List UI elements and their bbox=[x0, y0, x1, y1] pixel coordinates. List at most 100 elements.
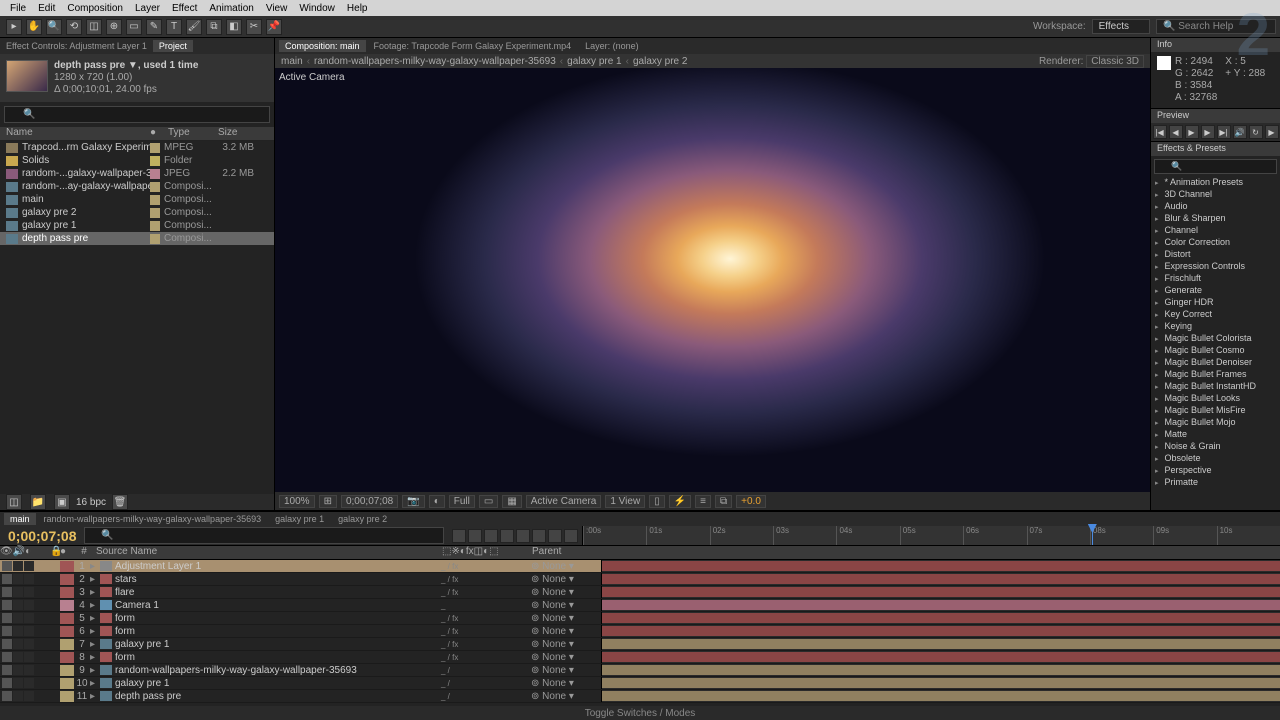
preview-tab[interactable]: Preview bbox=[1151, 109, 1280, 123]
layer-duration-bar[interactable] bbox=[602, 600, 1280, 610]
parent-dropdown[interactable]: ⊚ None ▾ bbox=[531, 561, 601, 572]
camera-dropdown[interactable]: Active Camera bbox=[526, 495, 602, 508]
parent-dropdown[interactable]: ⊚ None ▾ bbox=[531, 587, 601, 598]
visibility-toggle[interactable] bbox=[2, 600, 12, 610]
parent-dropdown[interactable]: ⊚ None ▾ bbox=[531, 600, 601, 611]
visibility-toggle[interactable] bbox=[2, 613, 12, 623]
menu-effect[interactable]: Effect bbox=[166, 3, 203, 14]
twirl-arrow[interactable]: ▸ bbox=[90, 613, 100, 624]
timeline-layer[interactable]: 4▸Camera 1_⊚ None ▾ bbox=[0, 599, 1280, 612]
effect-category[interactable]: Primatte bbox=[1151, 477, 1280, 489]
effect-category[interactable]: Distort bbox=[1151, 249, 1280, 261]
timeline-layer[interactable]: 10▸galaxy pre 1_ /⊚ None ▾ bbox=[0, 677, 1280, 690]
twirl-arrow[interactable]: ▸ bbox=[90, 587, 100, 598]
parent-dropdown[interactable]: ⊚ None ▾ bbox=[531, 639, 601, 650]
layer-switches[interactable]: _ / fx bbox=[441, 614, 531, 623]
resolution-icon[interactable]: ⊞ bbox=[319, 495, 337, 508]
layer-duration-bar[interactable] bbox=[602, 626, 1280, 636]
timeline-layer[interactable]: 1▸Adjustment Layer 1_ / fx⊚ None ▾ bbox=[0, 560, 1280, 573]
bpc-toggle[interactable]: 16 bpc bbox=[76, 497, 106, 508]
motion-blur-icon[interactable] bbox=[516, 529, 530, 543]
visibility-toggle[interactable] bbox=[2, 652, 12, 662]
clone-tool[interactable]: ⧉ bbox=[206, 19, 222, 35]
auto-keyframe-icon[interactable] bbox=[564, 529, 578, 543]
project-item[interactable]: SolidsFolder bbox=[0, 154, 274, 167]
layer-label-color[interactable] bbox=[60, 587, 74, 598]
effect-category[interactable]: Frischluft bbox=[1151, 273, 1280, 285]
audio-button[interactable]: 🔊 bbox=[1233, 125, 1247, 139]
zoom-dropdown[interactable]: 100% bbox=[279, 495, 315, 508]
breadcrumb-item[interactable]: main bbox=[281, 56, 303, 67]
parent-dropdown[interactable]: ⊚ None ▾ bbox=[531, 678, 601, 689]
next-frame-button[interactable]: ▶ bbox=[1201, 125, 1215, 139]
layer-duration-bar[interactable] bbox=[602, 587, 1280, 597]
visibility-toggle[interactable] bbox=[2, 678, 12, 688]
workspace-dropdown[interactable]: Effects bbox=[1092, 19, 1150, 34]
label-color[interactable] bbox=[150, 221, 160, 231]
effect-category[interactable]: Magic Bullet Mojo bbox=[1151, 417, 1280, 429]
layer-label-color[interactable] bbox=[60, 639, 74, 650]
audio-toggle[interactable] bbox=[13, 613, 23, 623]
solo-toggle[interactable] bbox=[24, 561, 34, 571]
resolution-dropdown[interactable]: Full bbox=[449, 495, 475, 508]
effects-search-input[interactable]: 🔍 bbox=[1154, 159, 1277, 174]
audio-toggle[interactable] bbox=[13, 678, 23, 688]
prev-frame-button[interactable]: ◀ bbox=[1169, 125, 1183, 139]
layer-duration-bar[interactable] bbox=[602, 613, 1280, 623]
layer-label-color[interactable] bbox=[60, 678, 74, 689]
shy-icon[interactable] bbox=[484, 529, 498, 543]
layer-label-color[interactable] bbox=[60, 652, 74, 663]
breadcrumb-item[interactable]: random-wallpapers-milky-way-galaxy-wallp… bbox=[314, 56, 556, 67]
layer-label-color[interactable] bbox=[60, 626, 74, 637]
shape-tool[interactable]: ▭ bbox=[126, 19, 142, 35]
effect-category[interactable]: Magic Bullet InstantHD bbox=[1151, 381, 1280, 393]
solo-toggle[interactable] bbox=[24, 652, 34, 662]
twirl-arrow[interactable]: ▸ bbox=[90, 561, 100, 572]
timeline-tab[interactable]: main bbox=[4, 513, 36, 525]
layer-switches[interactable]: _ / bbox=[441, 679, 531, 688]
graph-editor-icon[interactable] bbox=[548, 529, 562, 543]
selection-tool[interactable]: ▸ bbox=[6, 19, 22, 35]
tab-layer[interactable]: Layer: (none) bbox=[579, 40, 645, 52]
breadcrumb-item[interactable]: galaxy pre 2 bbox=[633, 56, 687, 67]
effect-category[interactable]: Magic Bullet Frames bbox=[1151, 369, 1280, 381]
solo-toggle[interactable] bbox=[24, 639, 34, 649]
timeline-layer[interactable]: 6▸form_ / fx⊚ None ▾ bbox=[0, 625, 1280, 638]
pixel-aspect-icon[interactable]: ▯ bbox=[649, 495, 665, 508]
timeline-tab[interactable]: galaxy pre 1 bbox=[269, 513, 330, 525]
effect-category[interactable]: Obsolete bbox=[1151, 453, 1280, 465]
tab-composition[interactable]: Composition: main bbox=[279, 40, 366, 52]
timeline-layer[interactable]: 2▸stars_ / fx⊚ None ▾ bbox=[0, 573, 1280, 586]
layer-duration-bar[interactable] bbox=[602, 665, 1280, 675]
layer-switches[interactable]: _ / bbox=[441, 692, 531, 701]
layer-switches[interactable]: _ bbox=[441, 601, 531, 610]
parent-dropdown[interactable]: ⊚ None ▾ bbox=[531, 652, 601, 663]
solo-toggle[interactable] bbox=[24, 587, 34, 597]
tab-footage[interactable]: Footage: Trapcode Form Galaxy Experiment… bbox=[368, 40, 578, 52]
comp-mini-flowchart-icon[interactable] bbox=[452, 529, 466, 543]
audio-toggle[interactable] bbox=[13, 600, 23, 610]
label-color[interactable] bbox=[150, 169, 160, 179]
layer-switches[interactable]: _ / fx bbox=[441, 562, 531, 571]
zoom-tool[interactable]: 🔍 bbox=[46, 19, 62, 35]
loop-button[interactable]: ↻ bbox=[1249, 125, 1263, 139]
layer-duration-bar[interactable] bbox=[602, 574, 1280, 584]
effect-category[interactable]: Magic Bullet MisFire bbox=[1151, 405, 1280, 417]
snapshot-icon[interactable]: 📷 bbox=[402, 495, 424, 508]
project-item[interactable]: random-...galaxy-wallpaper-35693.jpgJPEG… bbox=[0, 167, 274, 180]
effect-category[interactable]: Color Correction bbox=[1151, 237, 1280, 249]
twirl-arrow[interactable]: ▸ bbox=[90, 665, 100, 676]
timeline-tab[interactable]: random-wallpapers-milky-way-galaxy-wallp… bbox=[38, 513, 268, 525]
toggle-switches-button[interactable]: Toggle Switches / Modes bbox=[585, 708, 696, 719]
visibility-toggle[interactable] bbox=[2, 587, 12, 597]
roto-tool[interactable]: ✂ bbox=[246, 19, 262, 35]
project-item[interactable]: Trapcod...rm Galaxy Experiment.mp4MPEG3.… bbox=[0, 141, 274, 154]
layer-switches[interactable]: _ / fx bbox=[441, 640, 531, 649]
effect-category[interactable]: Blur & Sharpen bbox=[1151, 213, 1280, 225]
effect-category[interactable]: Perspective bbox=[1151, 465, 1280, 477]
visibility-toggle[interactable] bbox=[2, 639, 12, 649]
effect-category[interactable]: Key Correct bbox=[1151, 309, 1280, 321]
label-color[interactable] bbox=[150, 234, 160, 244]
effect-category[interactable]: Channel bbox=[1151, 225, 1280, 237]
exposure-value[interactable]: +0.0 bbox=[736, 495, 766, 508]
